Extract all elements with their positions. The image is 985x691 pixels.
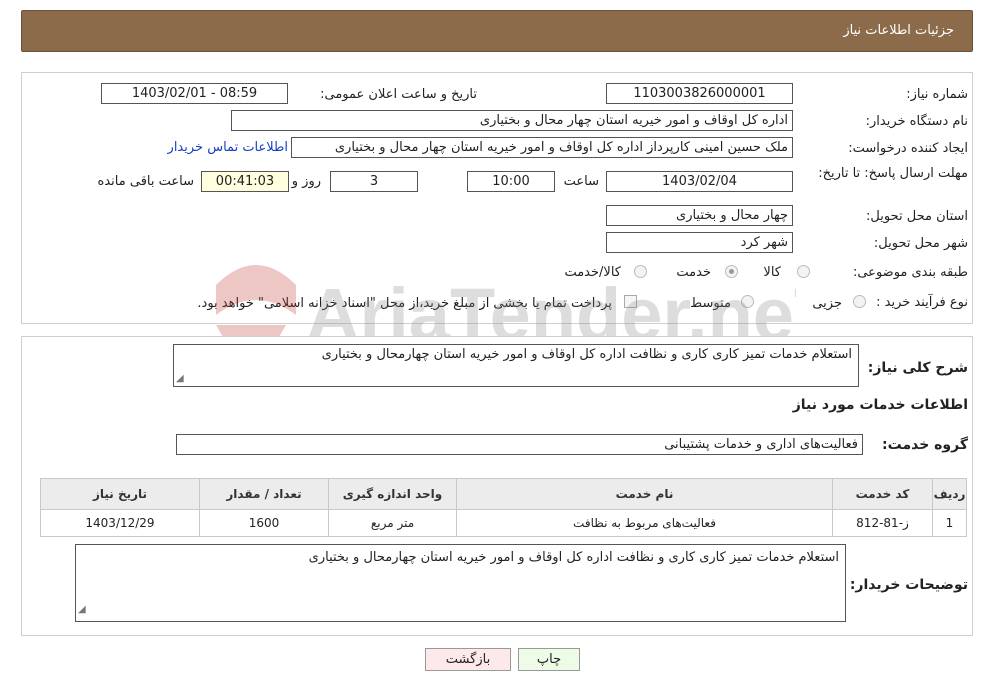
province-field[interactable]: چهار محال و بختیاری [606, 205, 793, 226]
purchase-option-minor: جزیی [812, 296, 842, 311]
deadline-date-field[interactable]: 1403/02/04 [606, 171, 793, 192]
col-unit: واحد اندازه گیری [328, 478, 457, 510]
col-quantity: تعداد / مقدار [199, 478, 329, 510]
contact-link-wrap: اطلاعات تماس خریدار [168, 140, 288, 155]
cell-service-code: ز-81-812 [832, 509, 933, 537]
summary-textarea[interactable]: استعلام خدمات تمیز کاری کاری و نظافت ادا… [173, 344, 859, 387]
deadline-label: مهلت ارسال پاسخ: تا تاریخ: [818, 166, 968, 181]
category-option-service: خدمت [676, 265, 711, 280]
buyer-notes-text: استعلام خدمات تمیز کاری کاری و نظافت ادا… [308, 550, 839, 565]
category-radio-both[interactable] [634, 265, 647, 278]
remaining-label: ساعت باقی مانده [97, 174, 194, 189]
service-group-label: گروه خدمت: [882, 437, 968, 453]
city-field[interactable]: شهر کرد [606, 232, 793, 253]
cell-row: 1 [932, 509, 967, 537]
purchase-radio-medium[interactable] [741, 295, 754, 308]
remaining-time-field[interactable]: 00:41:03 [201, 171, 289, 192]
deadline-time-field[interactable]: 10:00 [467, 171, 555, 192]
treasury-bonds-checkbox[interactable] [624, 295, 637, 308]
announce-field[interactable]: 1403/02/01 - 08:59 [101, 83, 288, 104]
col-row: ردیف [932, 478, 967, 510]
print-button[interactable]: چاپ [518, 648, 580, 671]
summary-label: شرح کلی نیاز: [867, 360, 968, 376]
category-radio-service[interactable] [725, 265, 738, 278]
col-service-code: کد خدمت [832, 478, 933, 510]
creator-field[interactable]: ملک حسین امینی کارپرداز اداره کل اوقاف و… [291, 137, 793, 158]
days-field[interactable]: 3 [330, 171, 418, 192]
services-heading: اطلاعات خدمات مورد نیاز [792, 397, 968, 413]
col-need-date: تاریخ نیاز [40, 478, 200, 510]
page-header: جزئیات اطلاعات نیاز [21, 10, 973, 52]
page-title: جزئیات اطلاعات نیاز [843, 23, 954, 38]
table-header-row: ردیف کد خدمت نام خدمت واحد اندازه گیری ت… [40, 478, 967, 510]
summary-text: استعلام خدمات تمیز کاری کاری و نظافت ادا… [321, 347, 852, 362]
col-service-name: نام خدمت [456, 478, 833, 510]
need-number-label: شماره نیاز: [906, 87, 968, 102]
buyer-org-label: نام دستگاه خریدار: [865, 114, 968, 129]
cell-quantity: 1600 [199, 509, 329, 537]
service-group-field[interactable]: فعالیت‌های اداری و خدمات پشتیبانی [176, 434, 863, 455]
buyer-notes-label: توضیحات خریدار: [849, 577, 968, 593]
announce-label: تاریخ و ساعت اعلان عمومی: [320, 87, 477, 102]
back-button[interactable]: بازگشت [425, 648, 511, 671]
buyer-org-field[interactable]: اداره کل اوقاف و امور خیریه استان چهار م… [231, 110, 793, 131]
services-table: ردیف کد خدمت نام خدمت واحد اندازه گیری ت… [40, 478, 967, 537]
cell-unit: متر مربع [328, 509, 457, 537]
city-label: شهر محل تحویل: [873, 236, 968, 251]
province-label: استان محل تحویل: [866, 209, 968, 224]
days-label: روز و [291, 174, 321, 189]
cell-need-date: 1403/12/29 [40, 509, 200, 537]
buyer-contact-link[interactable]: اطلاعات تماس خریدار [168, 140, 288, 155]
table-row: 1 ز-81-812 فعالیت‌های مربوط به نظافت متر… [40, 509, 967, 537]
cell-service-name: فعالیت‌های مربوط به نظافت [456, 509, 833, 537]
purchase-radio-minor[interactable] [853, 295, 866, 308]
resize-grip-icon[interactable]: ◢ [78, 601, 86, 619]
buyer-notes-textarea[interactable]: استعلام خدمات تمیز کاری کاری و نظافت ادا… [75, 544, 846, 622]
category-option-goods: کالا [763, 265, 781, 280]
resize-grip-icon[interactable]: ◢ [176, 373, 184, 384]
purchase-option-medium: متوسط [690, 296, 731, 311]
category-radio-goods[interactable] [797, 265, 810, 278]
purchase-type-label: نوع فرآیند خرید : [876, 295, 968, 310]
need-number-field[interactable]: 1103003826000001 [606, 83, 793, 104]
creator-label: ایجاد کننده درخواست: [848, 141, 968, 156]
deadline-time-label: ساعت [563, 174, 599, 189]
purchase-note: پرداخت تمام یا بخشی از مبلغ خرید،از محل … [197, 296, 612, 311]
category-option-both: کالا/خدمت [564, 265, 621, 280]
category-label: طبقه بندی موضوعی: [852, 265, 968, 280]
